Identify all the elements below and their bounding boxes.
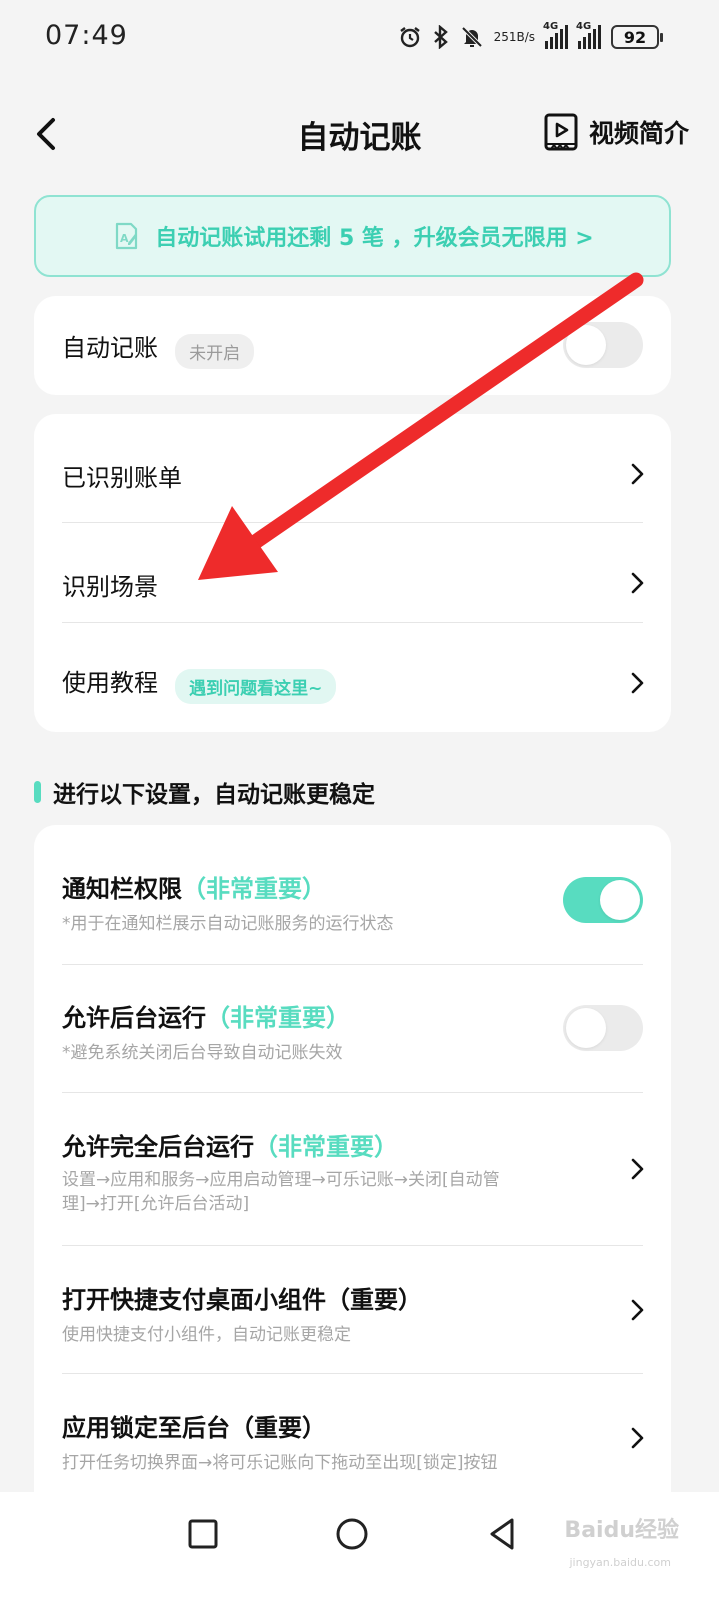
video-intro-button[interactable]: 视频简介 — [543, 112, 689, 152]
auto-record-toggle[interactable] — [563, 322, 643, 368]
notification-permission-toggle[interactable] — [563, 877, 643, 923]
menu-card: 已识别账单 识别场景 使用教程 遇到问题看这里~ — [34, 414, 671, 732]
watermark-url: jingyan.baidu.com — [569, 1556, 671, 1569]
recents-button[interactable] — [183, 1514, 223, 1554]
svg-text:A: A — [120, 232, 129, 245]
setting-full-background-run[interactable]: 允许完全后台运行（非常重要） 设置→应用和服务→应用启动管理→可乐记账→关闭[自… — [34, 1093, 671, 1245]
setting-description: 设置→应用和服务→应用启动管理→可乐记账→关闭[自动管 理]→打开[允许后台活动… — [62, 1168, 611, 1216]
auto-record-row: 自动记账 未开启 — [62, 328, 643, 369]
banner-text: 自动记账试用还剩 5 笔 ，升级会员无限用 > — [155, 226, 594, 251]
setting-background-run[interactable]: 允许后台运行（非常重要） *避免系统关闭后台导致自动记账失效 — [34, 965, 671, 1092]
chevron-right-icon — [631, 672, 644, 694]
menu-item-tutorial[interactable]: 使用教程 遇到问题看这里~ — [34, 623, 671, 732]
battery-icon: 92 — [611, 25, 663, 49]
square-icon — [188, 1519, 218, 1549]
setting-description: 使用快捷支付小组件，自动记账更稳定 — [62, 1325, 351, 1345]
status-bar: 07:49 251 B/s 4G 4G 92 — [0, 0, 719, 76]
setting-description-line1: 设置→应用和服务→应用启动管理→可乐记账→关闭[自动管 — [62, 1170, 500, 1190]
toggle-knob — [600, 880, 640, 920]
circle-icon — [336, 1518, 368, 1550]
menu-item-label: 识别场景 — [62, 573, 158, 601]
setting-emphasis: （非常重要） — [206, 1004, 350, 1032]
bluetooth-icon — [432, 25, 450, 49]
setting-emphasis: （非常重要） — [254, 1133, 398, 1161]
menu-item-label: 使用教程 — [62, 669, 158, 697]
setting-title: 通知栏权限 — [62, 875, 182, 903]
upgrade-banner[interactable]: A 自动记账试用还剩 5 笔 ，升级会员无限用 > — [34, 195, 671, 277]
section-accent-bar — [34, 781, 41, 803]
toggle-knob — [566, 325, 606, 365]
status-time: 07:49 — [45, 20, 128, 51]
header: 自动记账 视频简介 — [0, 96, 719, 172]
chevron-right-icon — [631, 572, 644, 594]
setting-title: 应用锁定至后台（重要） — [62, 1414, 326, 1442]
chevron-right-icon — [631, 1158, 644, 1180]
setting-title: 允许完全后台运行 — [62, 1133, 254, 1161]
auto-record-card: 自动记账 未开启 — [34, 296, 671, 395]
ai-document-icon: A — [116, 222, 138, 250]
mute-bell-icon — [460, 25, 484, 49]
status-icons: 251 B/s 4G 4G 92 — [398, 20, 663, 54]
setting-emphasis: （非常重要） — [182, 875, 326, 903]
setting-description: *避免系统关闭后台导致自动记账失效 — [62, 1043, 343, 1063]
home-button[interactable] — [332, 1514, 372, 1554]
auto-record-label: 自动记账 — [62, 334, 158, 362]
signal-icon: 4G — [543, 21, 568, 49]
setting-title: 允许后台运行 — [62, 1004, 206, 1032]
toggle-knob — [566, 1008, 606, 1048]
background-run-toggle[interactable] — [563, 1005, 643, 1051]
chevron-right-icon — [631, 1427, 644, 1449]
section-title-text: 进行以下设置，自动记账更稳定 — [53, 782, 375, 808]
setting-notification-permission[interactable]: 通知栏权限（非常重要） *用于在通知栏展示自动记账服务的运行状态 — [34, 825, 671, 964]
chevron-right-icon — [631, 463, 644, 485]
setting-description: 打开任务切换界面→将可乐记账向下拖动至出现[锁定]按钮 — [62, 1453, 498, 1473]
menu-item-label: 已识别账单 — [62, 464, 182, 492]
menu-item-recognition-scenes[interactable]: 识别场景 — [34, 523, 671, 622]
setting-description: *用于在通知栏展示自动记账服务的运行状态 — [62, 914, 394, 934]
triangle-back-icon — [490, 1518, 514, 1550]
system-nav-bar: Baidu经验 jingyan.baidu.com — [0, 1492, 719, 1600]
net-speed-unit: B/s — [516, 29, 535, 44]
video-icon — [544, 113, 578, 151]
setting-quick-pay-widget[interactable]: 打开快捷支付桌面小组件（重要） 使用快捷支付小组件，自动记账更稳定 — [34, 1246, 671, 1373]
alarm-icon — [398, 25, 422, 49]
settings-card: 通知栏权限（非常重要） *用于在通知栏展示自动记账服务的运行状态 允许后台运行（… — [34, 825, 671, 1515]
sim2-label: 4G — [576, 21, 592, 32]
setting-title: 打开快捷支付桌面小组件（重要） — [62, 1286, 422, 1314]
watermark-logo: Baidu经验 — [564, 1518, 679, 1543]
video-intro-label: 视频简介 — [588, 119, 689, 148]
signal-icon-2: 4G — [576, 21, 601, 49]
chevron-right-icon — [631, 1299, 644, 1321]
setting-description-line2: 理]→打开[允许后台活动] — [62, 1194, 250, 1214]
status-badge: 未开启 — [175, 334, 255, 369]
help-badge: 遇到问题看这里~ — [175, 669, 337, 704]
net-speed-value: 251 — [493, 29, 517, 44]
menu-item-recognized-bills[interactable]: 已识别账单 — [34, 414, 671, 522]
sim1-label: 4G — [543, 21, 559, 32]
net-speed: 251 B/s — [493, 29, 535, 44]
section-title: 进行以下设置，自动记账更稳定 — [34, 775, 375, 809]
back-nav-button[interactable] — [482, 1514, 522, 1554]
